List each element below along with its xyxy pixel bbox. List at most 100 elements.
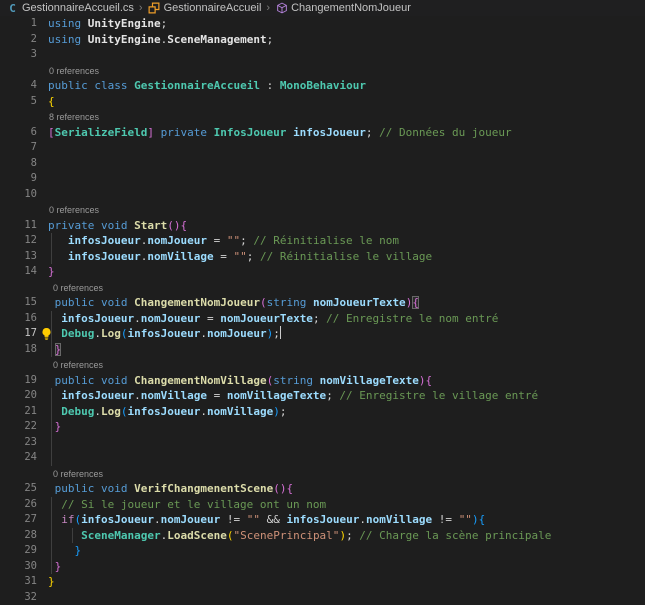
line-number[interactable]: 26	[0, 497, 37, 513]
code-line-32[interactable]: 32	[0, 590, 645, 605]
code-line-30[interactable]: 30 }	[0, 559, 645, 575]
line-number[interactable]: 15	[0, 295, 37, 311]
line-number[interactable]: 14	[0, 264, 37, 280]
line-number[interactable]: 13	[0, 249, 37, 265]
code-line-17[interactable]: 17 Debug.Log(infosJoueur.nomJoueur);	[0, 326, 645, 342]
code-line-3[interactable]: 3	[0, 47, 645, 63]
line-number[interactable]: 18	[0, 342, 37, 358]
code-line-6[interactable]: 6[SerializeField] private InfosJoueur in…	[0, 125, 645, 141]
code-line-12[interactable]: 12 infosJoueur.nomJoueur = ""; // Réinit…	[0, 233, 645, 249]
code-line-9[interactable]: 9	[0, 171, 645, 187]
code-line-13[interactable]: 13 infosJoueur.nomVillage = ""; // Réini…	[0, 249, 645, 265]
indent-guide	[51, 497, 52, 513]
line-number[interactable]: 10	[0, 187, 37, 203]
line-number[interactable]: 11	[0, 218, 37, 234]
line-number[interactable]: 20	[0, 388, 37, 404]
line-number[interactable]: 5	[0, 94, 37, 110]
code-text: Debug.Log(infosJoueur.nomVillage);	[48, 404, 645, 420]
code-line-21[interactable]: 21 Debug.Log(infosJoueur.nomVillage);	[0, 404, 645, 420]
codelens-row: 0 references	[0, 280, 645, 296]
code-line-11[interactable]: 11private void Start(){	[0, 218, 645, 234]
code-line-15[interactable]: 15 public void ChangementNomJoueur(strin…	[0, 295, 645, 311]
codelens-references[interactable]: 0 references	[49, 64, 99, 80]
indent-guide	[51, 388, 52, 404]
line-number[interactable]: 19	[0, 373, 37, 389]
codelens-references[interactable]: 0 references	[53, 281, 103, 297]
code-text: }	[48, 559, 645, 575]
symbol-method-icon	[275, 2, 288, 15]
code-line-27[interactable]: 27 if(infosJoueur.nomJoueur != "" && inf…	[0, 512, 645, 528]
code-line-29[interactable]: 29 }	[0, 543, 645, 559]
breadcrumb-method[interactable]: ChangementNomJoueur	[275, 2, 411, 15]
code-text: }	[48, 543, 645, 559]
code-text: }	[48, 574, 645, 590]
code-line-18[interactable]: 18 }	[0, 342, 645, 358]
code-line-22[interactable]: 22 }	[0, 419, 645, 435]
code-line-25[interactable]: 25 public void VerifChangmenentScene(){	[0, 481, 645, 497]
breadcrumb-file-label: GestionnaireAccueil.cs	[22, 2, 134, 14]
code-line-2[interactable]: 2using UnityEngine.SceneManagement;	[0, 32, 645, 48]
lightbulb-icon[interactable]	[40, 327, 53, 340]
indent-guide	[51, 559, 52, 575]
codelens-references[interactable]: 8 references	[49, 110, 99, 126]
code-text: public void VerifChangmenentScene(){	[48, 481, 645, 497]
line-number[interactable]: 32	[0, 590, 37, 605]
indent-guide	[51, 342, 52, 358]
line-number[interactable]: 17	[0, 326, 37, 342]
text-cursor	[280, 326, 282, 339]
code-line-4[interactable]: 4public class GestionnaireAccueil : Mono…	[0, 78, 645, 94]
code-line-5[interactable]: 5{	[0, 94, 645, 110]
line-number[interactable]: 4	[0, 78, 37, 94]
code-line-19[interactable]: 19 public void ChangementNomVillage(stri…	[0, 373, 645, 389]
indent-guide	[51, 419, 52, 435]
codelens-references[interactable]: 0 references	[53, 467, 103, 483]
line-number[interactable]: 21	[0, 404, 37, 420]
line-number[interactable]: 28	[0, 528, 37, 544]
line-number[interactable]: 25	[0, 481, 37, 497]
line-number[interactable]: 3	[0, 47, 37, 63]
line-number[interactable]: 24	[0, 450, 37, 466]
line-number[interactable]: 7	[0, 140, 37, 156]
line-number[interactable]: 16	[0, 311, 37, 327]
line-number[interactable]: 23	[0, 435, 37, 451]
codelens-references[interactable]: 0 references	[53, 358, 103, 374]
code-editor-window: C GestionnaireAccueil.cs › GestionnaireA…	[0, 0, 645, 605]
code-line-24[interactable]: 24	[0, 450, 645, 466]
code-line-28[interactable]: 28 SceneManager.LoadScene("ScenePrincipa…	[0, 528, 645, 544]
code-line-8[interactable]: 8	[0, 156, 645, 172]
code-text: public void ChangementNomJoueur(string n…	[48, 295, 645, 311]
code-line-20[interactable]: 20 infosJoueur.nomVillage = nomVillageTe…	[0, 388, 645, 404]
line-number[interactable]: 22	[0, 419, 37, 435]
line-number[interactable]: 8	[0, 156, 37, 172]
breadcrumb-class[interactable]: GestionnaireAccueil	[148, 2, 262, 15]
line-number[interactable]: 9	[0, 171, 37, 187]
codelens-row: 0 references	[0, 357, 645, 373]
codelens-row: 8 references	[0, 109, 645, 125]
line-number[interactable]: 29	[0, 543, 37, 559]
code-text: // Si le joueur et le village ont un nom	[48, 497, 645, 513]
indent-guide	[51, 311, 52, 327]
line-number[interactable]: 12	[0, 233, 37, 249]
indent-guide	[51, 435, 52, 451]
indent-guide	[72, 528, 73, 544]
code-line-31[interactable]: 31}	[0, 574, 645, 590]
code-line-14[interactable]: 14}	[0, 264, 645, 280]
code-line-26[interactable]: 26 // Si le joueur et le village ont un …	[0, 497, 645, 513]
breadcrumb-separator: ›	[138, 2, 144, 14]
line-number[interactable]: 30	[0, 559, 37, 575]
code-line-23[interactable]: 23	[0, 435, 645, 451]
line-number[interactable]: 31	[0, 574, 37, 590]
line-number[interactable]: 1	[0, 16, 37, 32]
code-line-16[interactable]: 16 infosJoueur.nomJoueur = nomJoueurText…	[0, 311, 645, 327]
line-number[interactable]: 27	[0, 512, 37, 528]
line-number[interactable]: 6	[0, 125, 37, 141]
code-text: SceneManager.LoadScene("ScenePrincipal")…	[48, 528, 645, 544]
code-line-7[interactable]: 7	[0, 140, 645, 156]
code-line-10[interactable]: 10	[0, 187, 645, 203]
code-text: infosJoueur.nomJoueur = nomJoueurTexte; …	[48, 311, 645, 327]
breadcrumb-file[interactable]: C GestionnaireAccueil.cs	[6, 2, 134, 15]
line-number[interactable]: 2	[0, 32, 37, 48]
code-line-1[interactable]: 1using UnityEngine;	[0, 16, 645, 32]
codelens-references[interactable]: 0 references	[49, 203, 99, 219]
code-text: {	[48, 94, 645, 110]
